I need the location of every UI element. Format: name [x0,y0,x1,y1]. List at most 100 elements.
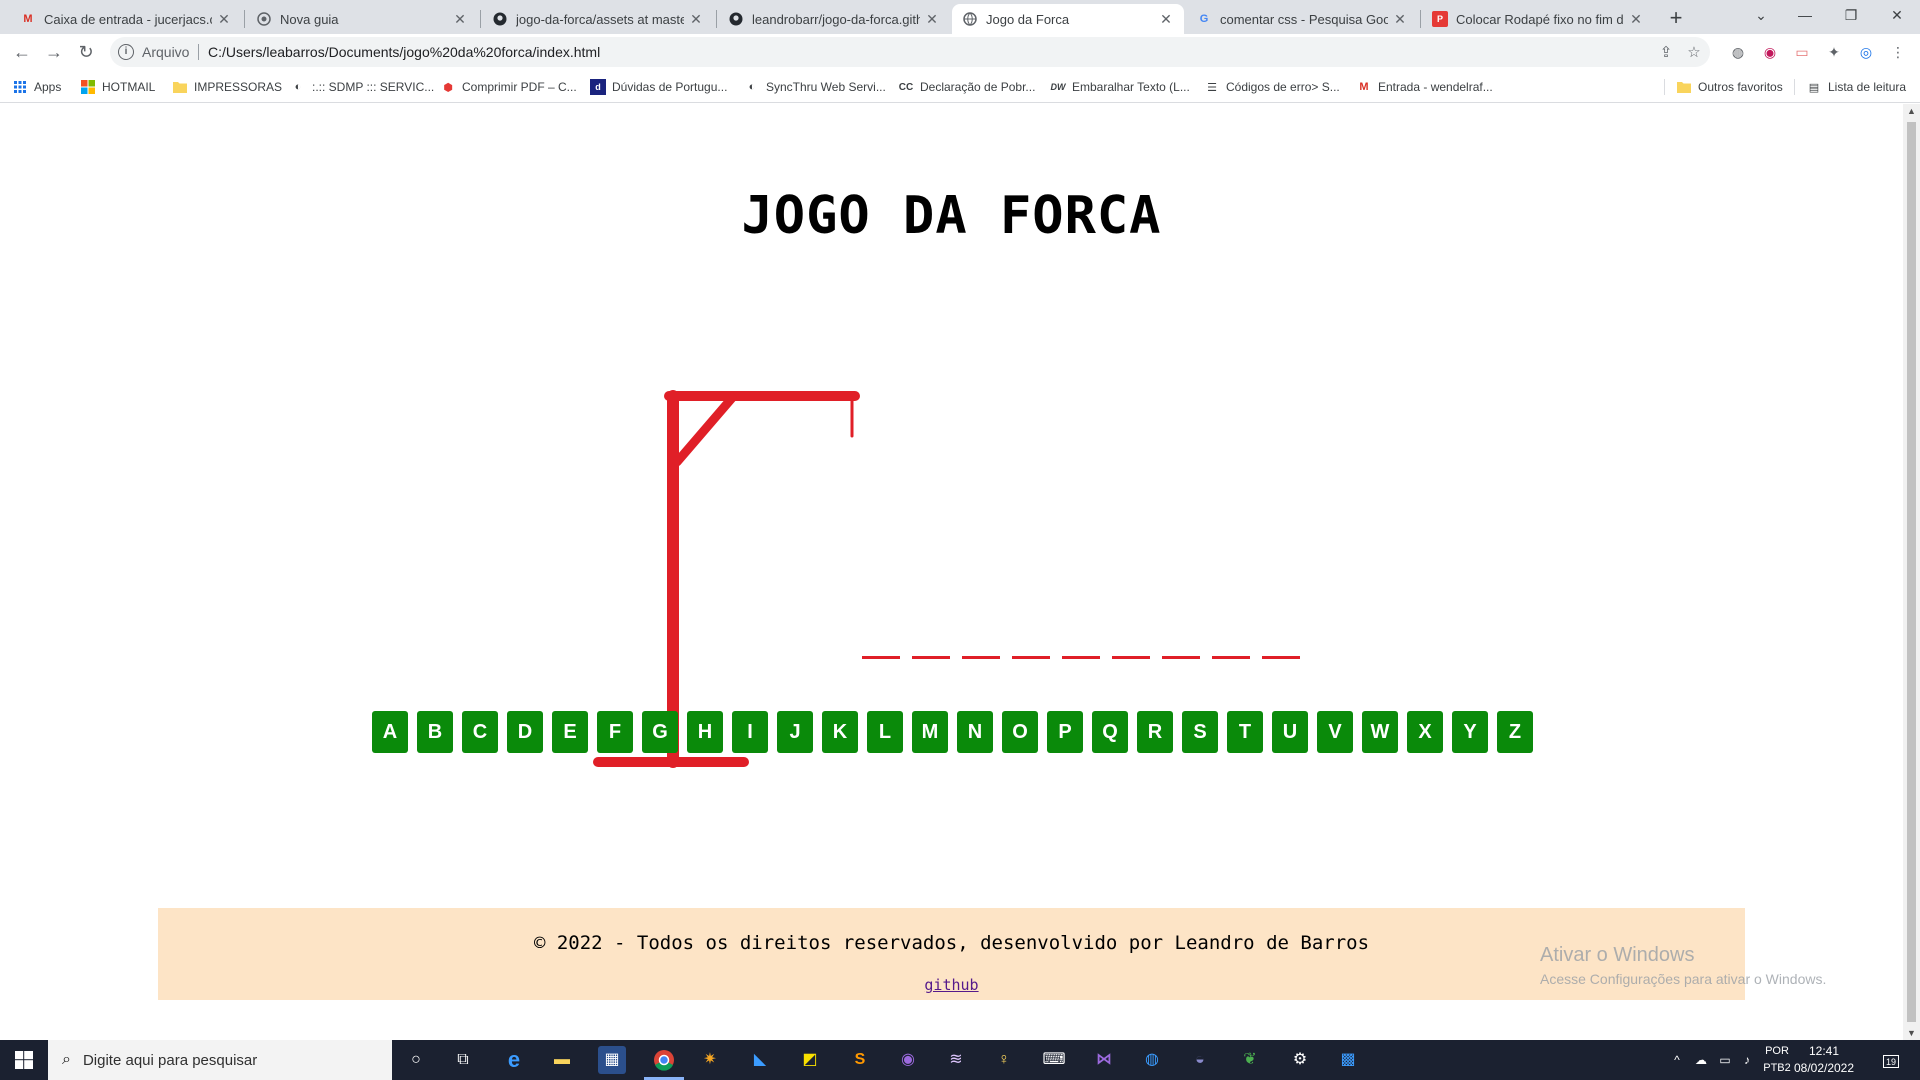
letter-button-o[interactable]: O [1002,711,1038,753]
close-icon[interactable]: ✕ [688,11,704,28]
task-view-icon[interactable]: ⧉ [449,1046,477,1074]
new-tab-button[interactable]: + [1662,4,1690,32]
bookmark-embaralhar[interactable]: DW Embaralhar Texto (L... [1050,78,1190,96]
bookmark-sdmp[interactable]: ◐ :.:: SDMP ::: SERVIC... [290,78,435,96]
clock[interactable]: 12:41 08/02/2022 [1793,1043,1855,1077]
close-window-button[interactable]: ✕ [1874,0,1920,30]
edge-icon[interactable]: e [500,1046,528,1074]
letter-button-k[interactable]: K [822,711,858,753]
taskbar-search[interactable]: ⌕ Digite aqui para pesquisar [48,1040,392,1080]
letter-button-y[interactable]: Y [1452,711,1488,753]
letter-button-v[interactable]: V [1317,711,1353,753]
network-icon[interactable]: ▭ [1714,1040,1736,1080]
spring-icon[interactable]: ❦ [1236,1046,1264,1074]
letter-button-f[interactable]: F [597,711,633,753]
extension-page-icon[interactable]: ▭ [1792,42,1812,62]
restore-button[interactable]: ❐ [1828,0,1874,30]
address-bar[interactable]: i Arquivo C:/Users/leabarros/Documents/j… [110,37,1710,67]
vscode-icon[interactable]: ◣ [746,1046,774,1074]
url-text[interactable]: C:/Users/leabarros/Documents/jogo%20da%2… [208,44,600,60]
tab-search-icon[interactable]: ⌄ [1738,0,1784,30]
disk-icon[interactable]: ◒ [1186,1046,1214,1074]
extensions-puzzle-icon[interactable]: ✦ [1824,42,1844,62]
letter-button-q[interactable]: Q [1092,711,1128,753]
scroll-up-icon[interactable]: ▲ [1906,106,1917,116]
scrollbar-thumb[interactable] [1907,122,1916,1022]
notifications-icon[interactable]: 19 [1876,1040,1906,1080]
letter-button-d[interactable]: D [507,711,543,753]
bookmark-codigos[interactable]: ☰ Códigos de erro> S... [1204,78,1340,96]
extension-radio-icon[interactable]: ◉ [1760,42,1780,62]
menu-icon[interactable]: ⋮ [1888,42,1908,62]
letter-button-e[interactable]: E [552,711,588,753]
photos-icon[interactable]: ✷ [696,1046,724,1074]
start-button[interactable] [0,1040,48,1080]
bookmark-impressoras[interactable]: IMPRESSORAS [172,78,282,96]
letter-button-z[interactable]: Z [1497,711,1533,753]
tab-gmail[interactable]: M Caixa de entrada - jucerjacs.cs@ ✕ [10,4,242,34]
share-icon[interactable]: ⇪ [1656,43,1676,63]
github-desktop-icon[interactable]: ◉ [894,1046,922,1074]
tab-github-pages[interactable]: leandrobarr/jogo-da-forca.githu ✕ [718,4,950,34]
extension-globe-icon[interactable]: ◍ [1728,42,1748,62]
forward-icon[interactable]: → [42,40,66,64]
reload-icon[interactable]: ↻ [74,40,98,64]
onedrive-icon[interactable]: ☁ [1690,1040,1712,1080]
letter-button-u[interactable]: U [1272,711,1308,753]
letter-button-x[interactable]: X [1407,711,1443,753]
volume-icon[interactable]: ♪ [1736,1040,1758,1080]
tab-rodape[interactable]: P Colocar Rodapé fixo no fim da p ✕ [1422,4,1654,34]
letter-button-a[interactable]: A [372,711,408,753]
close-icon[interactable]: ✕ [1158,11,1174,28]
sticky-notes-icon[interactable]: ◩ [796,1046,824,1074]
letter-button-i[interactable]: I [732,711,768,753]
letter-button-p[interactable]: P [1047,711,1083,753]
letter-button-w[interactable]: W [1362,711,1398,753]
tray-chevron-icon[interactable]: ^ [1668,1040,1686,1080]
letter-button-c[interactable]: C [462,711,498,753]
tab-google-search[interactable]: G comentar css - Pesquisa Google ✕ [1186,4,1418,34]
file-explorer-icon[interactable]: ▬ [548,1046,576,1074]
bookmark-syncthru[interactable]: ◐ SyncThru Web Servi... [744,78,886,96]
close-icon[interactable]: ✕ [924,11,940,28]
bookmark-entrada[interactable]: M Entrada - wendelraf... [1356,78,1492,96]
scroll-down-icon[interactable]: ▼ [1906,1028,1917,1038]
letter-button-t[interactable]: T [1227,711,1263,753]
minimize-button[interactable]: — [1782,0,1828,30]
letter-button-r[interactable]: R [1137,711,1173,753]
bookmark-duvidas[interactable]: d Dúvidas de Portugu... [590,78,727,96]
info-icon[interactable]: i [118,44,134,60]
github-link[interactable]: github [158,976,1745,994]
page-scrollbar[interactable]: ▲ ▼ [1903,104,1920,1040]
tab-nova-guia[interactable]: Nova guia ✕ [246,4,478,34]
reading-list[interactable]: ▤ Lista de leitura [1806,78,1906,96]
letter-button-m[interactable]: M [912,711,948,753]
letter-button-s[interactable]: S [1182,711,1218,753]
language-indicator[interactable]: POR PTB2 [1762,1043,1792,1077]
close-icon[interactable]: ✕ [1392,11,1408,28]
tips-icon[interactable]: ♀ [990,1046,1018,1074]
remote-desktop-icon[interactable]: ▦ [598,1046,626,1074]
letter-button-n[interactable]: N [957,711,993,753]
stack-app-icon[interactable]: ≋ [942,1046,970,1074]
calculator-icon[interactable]: ▩ [1334,1046,1362,1074]
bookmark-comprimir-pdf[interactable]: ⬢ Comprimir PDF – C... [440,78,577,96]
bookmark-apps[interactable]: Apps [12,78,61,96]
letter-button-h[interactable]: H [687,711,723,753]
close-icon[interactable]: ✕ [452,11,468,28]
back-icon[interactable]: ← [10,40,34,64]
cortana-icon[interactable]: ○ [402,1046,430,1074]
profile-icon[interactable]: ◎ [1856,42,1876,62]
terminal-icon[interactable]: ⌨ [1040,1046,1068,1074]
chrome-taskbar-icon[interactable] [650,1046,678,1074]
settings-icon[interactable]: ⚙ [1286,1046,1314,1074]
bookmark-outros-favoritos[interactable]: Outros favoritos [1676,78,1783,96]
star-icon[interactable]: ☆ [1684,43,1704,63]
tab-github-assets[interactable]: jogo-da-forca/assets at master ✕ [482,4,714,34]
tab-jogo-da-forca[interactable]: Jogo da Forca ✕ [952,4,1184,34]
letter-button-l[interactable]: L [867,711,903,753]
word-app-icon[interactable]: ◍ [1138,1046,1166,1074]
letter-button-b[interactable]: B [417,711,453,753]
close-icon[interactable]: ✕ [1628,11,1644,28]
letter-button-j[interactable]: J [777,711,813,753]
